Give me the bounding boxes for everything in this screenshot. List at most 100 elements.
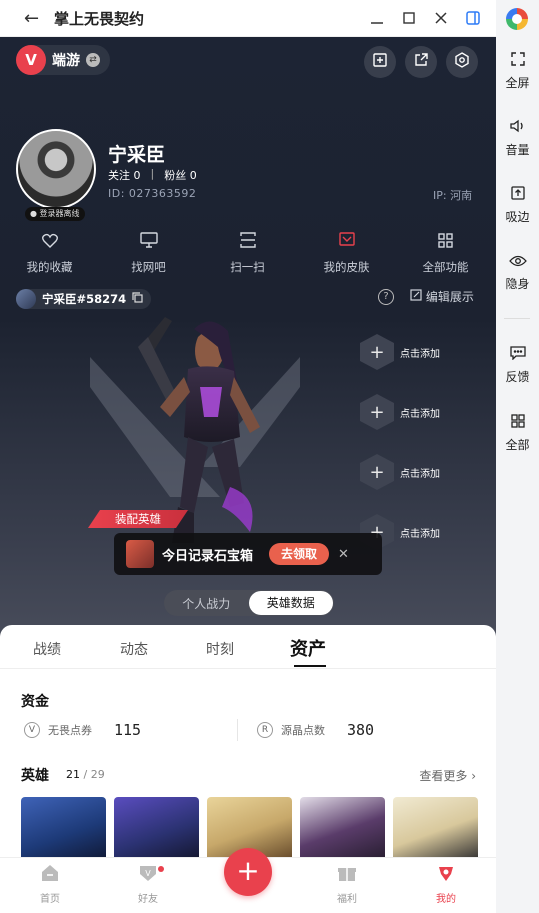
arrow-left-icon[interactable]: ← <box>24 8 44 29</box>
add-slot-label: 点击添加 <box>400 528 440 540</box>
tab-moments[interactable]: 时刻 <box>206 639 234 659</box>
funds-title: 资金 <box>21 694 49 710</box>
mini-avatar <box>16 289 36 309</box>
add-slot-label: 点击添加 <box>400 348 440 360</box>
side-item-fullscreen[interactable]: 全屏 <box>496 50 539 91</box>
window-titlebar: ← 掌上无畏契约 <box>0 0 496 37</box>
riot-id-tag[interactable]: 宁采臣#58274 <box>16 289 152 309</box>
plus-icon: + <box>360 394 394 430</box>
app-logo-icon <box>506 8 528 30</box>
fans-label: 粉丝 <box>164 169 187 182</box>
hero-card[interactable] <box>300 797 385 857</box>
side-item-all[interactable]: 全部 <box>496 412 539 453</box>
nav-friends[interactable]: V 好友 <box>118 864 178 905</box>
tab-assets[interactable]: 资产 <box>290 635 326 661</box>
fund-vp: V 无畏点券 115 <box>24 721 141 739</box>
side-item-label: 反馈 <box>505 370 530 384</box>
quick-action-label: 扫一扫 <box>230 260 265 274</box>
launcher-status-badge: ● 登录器离线 <box>25 207 85 221</box>
add-slot[interactable]: + 点击添加 <box>360 454 440 490</box>
quick-action-favorites[interactable]: 我的收藏 <box>0 232 99 275</box>
side-item-hide[interactable]: 隐身 <box>496 251 539 292</box>
fullscreen-icon <box>496 50 539 72</box>
hero-card[interactable] <box>393 797 478 857</box>
window-controls <box>368 9 482 27</box>
nav-label: 我的 <box>436 894 456 905</box>
fans-link[interactable]: 粉丝 0 <box>164 167 197 183</box>
claim-button[interactable]: 去领取 <box>269 543 330 565</box>
window-title: 掌上无畏契约 <box>54 9 145 28</box>
chevron-right-icon: › <box>471 769 476 783</box>
quick-action-skins[interactable]: 我的皮肤 <box>297 232 396 275</box>
valorant-logo-icon: V <box>16 45 46 75</box>
riot-id-text: 宁采臣#58274 <box>42 292 127 306</box>
heroes-title: 英雄 <box>21 768 49 784</box>
quick-action-all[interactable]: 全部功能 <box>396 232 495 275</box>
add-photo-button[interactable] <box>364 46 396 78</box>
edit-display-label: 编辑展示 <box>425 290 474 304</box>
chest-reward-toast: 今日记录石宝箱 去领取 ✕ <box>114 533 382 575</box>
svg-text:V: V <box>145 869 151 878</box>
segment-personal-power[interactable]: 个人战力 <box>164 595 249 612</box>
plus-icon: + <box>360 454 394 490</box>
hero-card[interactable] <box>21 797 106 857</box>
fans-count: 0 <box>189 169 197 182</box>
top-bar: V 端游 ⇄ <box>0 37 496 85</box>
eye-icon <box>496 251 539 273</box>
segment-hero-data[interactable]: 英雄数据 <box>248 591 333 615</box>
add-slot[interactable]: + 点击添加 <box>360 394 440 430</box>
add-photo-icon <box>372 52 388 72</box>
maximize-icon[interactable] <box>400 9 418 27</box>
quick-action-label: 我的收藏 <box>26 260 73 274</box>
nav-me[interactable]: 我的 <box>416 864 476 905</box>
settings-button[interactable] <box>446 46 478 78</box>
stats-separator: | <box>150 167 155 180</box>
equip-hero-label: 装配英雄 <box>88 510 188 528</box>
friends-icon: V <box>118 864 178 888</box>
follow-stats: 关注 0 | 粉丝 0 <box>108 167 197 183</box>
hero-card[interactable] <box>114 797 199 857</box>
grid-icon <box>396 232 495 254</box>
close-icon[interactable] <box>432 9 450 27</box>
help-icon[interactable]: ? <box>378 289 394 305</box>
tab-record[interactable]: 战绩 <box>33 639 61 659</box>
fund-value: 380 <box>347 721 375 739</box>
pin-icon[interactable] <box>368 9 386 27</box>
tab-feed[interactable]: 动态 <box>120 639 148 659</box>
nav-benefits[interactable]: 福利 <box>317 864 377 905</box>
home-icon <box>20 864 80 888</box>
quick-action-netcafe[interactable]: 找网吧 <box>99 232 198 275</box>
avatar[interactable] <box>16 129 96 209</box>
quick-action-scan[interactable]: 扫一扫 <box>198 232 297 275</box>
toast-close-icon[interactable]: ✕ <box>338 547 349 562</box>
view-more-link[interactable]: 查看更多 › <box>419 767 476 784</box>
app-content: V 端游 ⇄ ● 登录器离线 宁采臣 关注 0 | 粉丝 0 ID: 02736… <box>0 37 496 913</box>
add-slot[interactable]: + 点击添加 <box>360 334 440 370</box>
side-item-dock[interactable]: 吸边 <box>496 184 539 225</box>
side-panel: 全屏 音量 吸边 隐身 反馈 全部 <box>496 0 539 913</box>
swap-icon: ⇄ <box>86 53 100 67</box>
gift-icon <box>317 864 377 888</box>
edit-display-button[interactable]: 编辑展示 <box>410 288 474 305</box>
share-button[interactable] <box>405 46 437 78</box>
following-link[interactable]: 关注 0 <box>108 167 141 183</box>
side-item-volume[interactable]: 音量 <box>496 117 539 158</box>
nav-home[interactable]: 首页 <box>20 864 80 905</box>
quick-action-label: 全部功能 <box>422 260 469 274</box>
copy-icon[interactable] <box>132 292 143 306</box>
vp-icon: V <box>24 722 40 738</box>
nav-label: 首页 <box>40 894 60 905</box>
sidebar-toggle-icon[interactable] <box>464 9 482 27</box>
game-switcher[interactable]: V 端游 ⇄ <box>16 45 110 75</box>
me-icon <box>416 864 476 888</box>
fund-value: 115 <box>114 721 142 739</box>
heroes-owned: 21 <box>66 768 80 781</box>
create-post-button[interactable]: + <box>224 848 272 896</box>
scan-icon <box>198 232 297 254</box>
side-item-feedback[interactable]: 反馈 <box>496 344 539 385</box>
plus-icon: + <box>360 334 394 370</box>
active-tab-indicator <box>294 665 326 667</box>
chest-thumbnail <box>126 540 154 568</box>
following-count: 0 <box>133 169 141 182</box>
user-name: 宁采臣 <box>108 144 166 166</box>
